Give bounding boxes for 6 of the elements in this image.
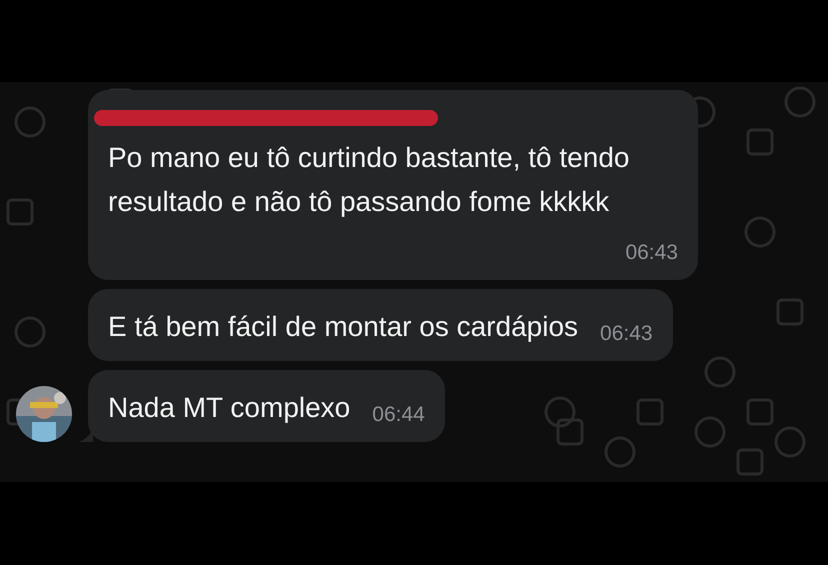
message-text: Nada MT complexo [108,392,350,423]
message-text: Po mano eu tô curtindo bastante, tô tendo resultado e não tô passando fome kkkkk [108,142,630,217]
message-time: 06:43 [625,240,678,266]
message-time: 06:43 [600,321,653,347]
message-text: E tá bem fácil de montar os cardápios [108,311,578,342]
message-time: 06:44 [372,402,425,428]
